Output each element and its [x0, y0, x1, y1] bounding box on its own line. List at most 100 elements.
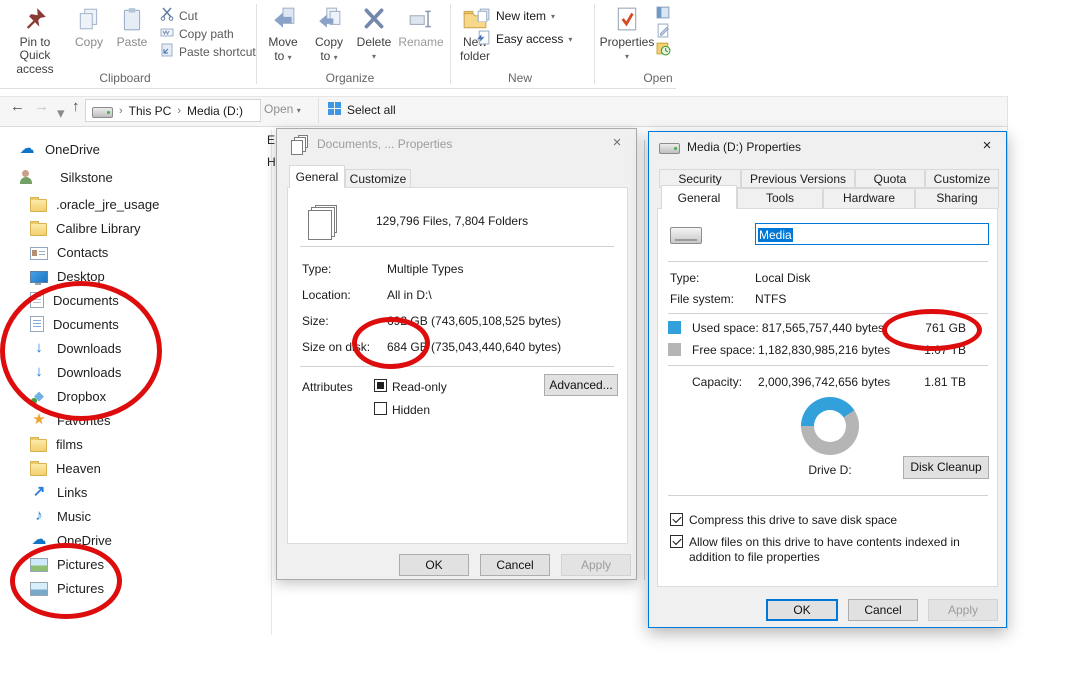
paste-shortcut-button[interactable]: Paste shortcut — [160, 43, 256, 60]
cancel-button[interactable]: Cancel — [848, 599, 918, 621]
delete-button[interactable]: Delete ▾ — [352, 6, 396, 63]
sidebar-item-downloads-2[interactable]: ↓ Downloads — [0, 360, 268, 384]
separator — [668, 495, 988, 496]
breadcrumb-this-pc[interactable]: This PC — [129, 104, 172, 118]
onedrive-cloud-icon: ☁ — [30, 532, 48, 548]
tab-customize[interactable]: Customize — [345, 169, 411, 187]
up-button[interactable]: ↑ — [72, 98, 80, 115]
properties-icon — [614, 6, 640, 35]
paste-button[interactable]: Paste — [112, 6, 152, 49]
sidebar-item-films[interactable]: films — [0, 432, 268, 456]
download-arrow-icon: ↓ — [30, 364, 48, 380]
sidebar-item-contacts[interactable]: Contacts — [0, 240, 268, 264]
sidebar-item-pictures-1[interactable]: Pictures — [0, 552, 268, 576]
move-to-button[interactable]: Move to ▾ — [262, 6, 304, 64]
easy-access-icon — [476, 30, 491, 48]
edit-file-button[interactable] — [656, 23, 671, 41]
dialog-title-bar: Documents, ... Properties × — [277, 129, 636, 159]
recent-locations-caret[interactable]: ▾ — [57, 104, 65, 122]
sidebar-item-dropbox[interactable]: ◆ Dropbox — [0, 384, 268, 408]
sidebar-item-music[interactable]: ♪ Music — [0, 504, 268, 528]
pin-to-quick-access-button[interactable]: Pin to Quick access — [6, 6, 64, 76]
dropdown-caret: ▾ — [625, 50, 629, 63]
ok-button[interactable]: OK — [766, 599, 838, 621]
sidebar-item-calibre-library[interactable]: Calibre Library — [0, 216, 268, 240]
size-on-disk-label: Size on disk: — [302, 340, 370, 354]
tab-customize[interactable]: Customize — [925, 169, 999, 188]
hidden-checkbox[interactable] — [374, 402, 387, 415]
close-icon[interactable]: × — [606, 134, 628, 151]
tab-tools[interactable]: Tools — [737, 188, 823, 208]
sidebar-item-links[interactable]: ↗ Links — [0, 480, 268, 504]
folder-icon — [30, 463, 47, 476]
folder-icon — [30, 439, 47, 452]
cancel-button[interactable]: Cancel — [480, 554, 550, 576]
scrollbar-track[interactable] — [644, 140, 645, 580]
dialog-title: Documents, ... Properties — [317, 137, 452, 151]
back-button[interactable]: ← — [10, 98, 25, 115]
sidebar-item-heaven[interactable]: Heaven — [0, 456, 268, 480]
tab-general[interactable]: General — [289, 165, 345, 188]
volume-label-input[interactable]: Media — [755, 223, 989, 245]
navigation-pane: ☁ OneDrive Silkstone .oracle_jre_usage C… — [0, 136, 268, 600]
copy-to-button[interactable]: Copy to ▾ — [308, 6, 350, 64]
readonly-checkbox[interactable] — [374, 379, 387, 392]
properties-button[interactable]: Properties ▾ — [600, 6, 654, 63]
sidebar-item-user[interactable]: Silkstone — [0, 162, 268, 192]
apply-button[interactable]: Apply — [928, 599, 998, 621]
copy-button[interactable]: Copy — [70, 6, 108, 49]
ok-button[interactable]: OK — [399, 554, 469, 576]
sidebar-item-documents-2[interactable]: Documents — [0, 312, 268, 336]
open-file-button[interactable] — [656, 5, 671, 23]
desktop-icon — [30, 271, 48, 283]
compress-label: Compress this drive to save disk space — [689, 513, 897, 527]
media-properties-dialog: Media (D:) Properties × Security Previou… — [648, 131, 1007, 628]
easy-access-button[interactable]: Easy access ▾ — [476, 30, 572, 48]
free-space-swatch — [668, 343, 681, 356]
tab-sharing[interactable]: Sharing — [915, 188, 999, 208]
folder-icon — [30, 223, 47, 236]
compress-checkbox[interactable] — [670, 513, 683, 526]
sidebar-item-downloads-1[interactable]: ↓ Downloads — [0, 336, 268, 360]
advanced-button[interactable]: Advanced... — [544, 374, 618, 396]
location-label: Location: — [302, 288, 351, 302]
open-menu-button[interactable]: Open ▾ — [264, 102, 301, 116]
general-tab-panel: 129,796 Files, 7,804 Folders Type: Multi… — [287, 187, 628, 544]
breadcrumb-drive[interactable]: Media (D:) — [187, 104, 243, 118]
disk-cleanup-button[interactable]: Disk Cleanup — [903, 456, 989, 479]
index-checkbox[interactable] — [670, 535, 683, 548]
tab-previous-versions[interactable]: Previous Versions — [741, 169, 855, 188]
forward-button[interactable]: → — [34, 98, 49, 115]
cut-button[interactable]: Cut — [160, 7, 198, 24]
paste-icon — [119, 6, 145, 35]
ribbon: Pin to Quick access Copy Paste Cut Copy … — [0, 0, 1076, 89]
new-item-button[interactable]: New item ▾ — [476, 7, 555, 25]
copy-path-button[interactable]: Copy path — [160, 25, 234, 42]
rename-button[interactable]: Rename — [398, 6, 444, 49]
apply-button[interactable]: Apply — [561, 554, 631, 576]
sidebar-item-favorites[interactable]: ★ Favorites — [0, 408, 268, 432]
sidebar-item-desktop[interactable]: Desktop — [0, 264, 268, 288]
tab-quota[interactable]: Quota — [855, 169, 925, 188]
separator — [668, 365, 988, 366]
sidebar-item-onedrive-2[interactable]: ☁ OneDrive — [0, 528, 268, 552]
sidebar-item-oracle-jre-usage[interactable]: .oracle_jre_usage — [0, 192, 268, 216]
type-label: Type: — [670, 271, 699, 285]
copy-icon — [76, 6, 102, 35]
close-icon[interactable]: × — [976, 137, 998, 154]
ribbon-separator — [450, 4, 451, 84]
pin-icon — [22, 6, 48, 35]
general-tab-panel: Media Type: Local Disk File system: NTFS… — [657, 208, 998, 587]
sidebar-item-documents-1[interactable]: Documents — [0, 288, 268, 312]
tab-hardware[interactable]: Hardware — [823, 188, 915, 208]
history-button[interactable] — [656, 41, 671, 59]
clipboard-group-label: Clipboard — [85, 71, 165, 85]
select-all-button[interactable]: Select all — [328, 102, 396, 118]
sidebar-item-onedrive[interactable]: ☁ OneDrive — [0, 136, 268, 162]
onedrive-cloud-icon: ☁ — [18, 141, 36, 157]
tab-general[interactable]: General — [661, 185, 737, 209]
capacity-bytes: 2,000,396,742,656 bytes — [758, 375, 884, 389]
attributes-label: Attributes — [302, 380, 353, 394]
separator — [300, 366, 614, 367]
sidebar-item-pictures-2[interactable]: Pictures — [0, 576, 268, 600]
